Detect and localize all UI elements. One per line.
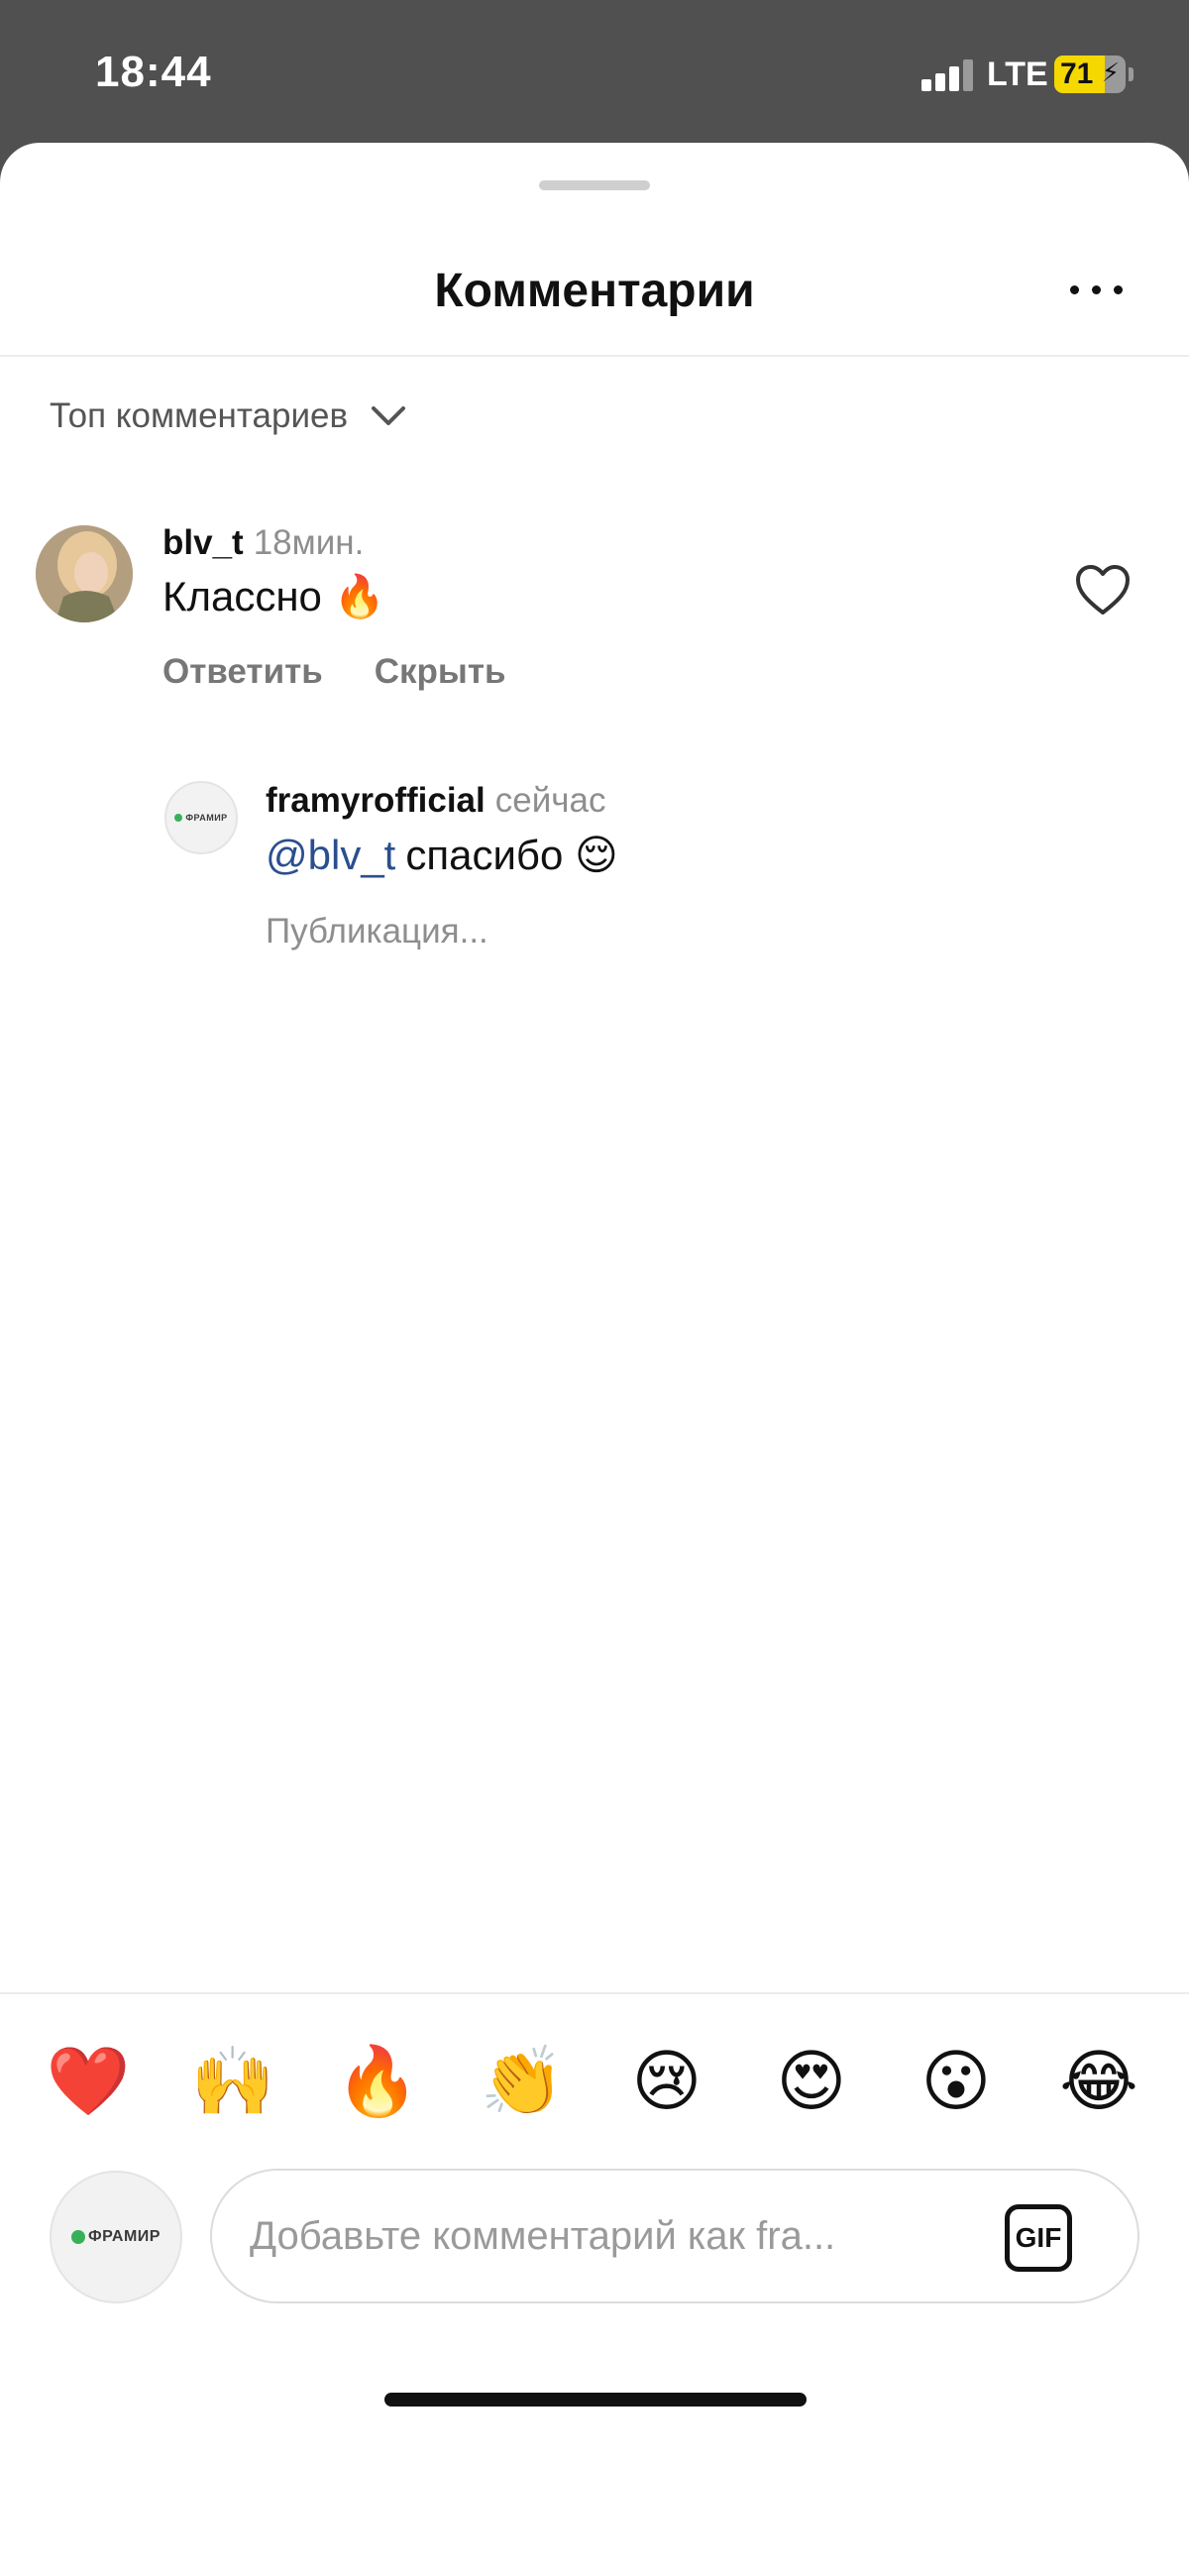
reply-text: @blv_t спасибо 😌 <box>266 831 618 879</box>
reply-header: framyrofficial сейчас <box>266 781 605 821</box>
gif-button[interactable]: GIF <box>1005 2204 1072 2272</box>
battery-cap <box>1129 67 1134 81</box>
reply-username[interactable]: framyrofficial <box>266 781 486 820</box>
reply-button[interactable]: Ответить <box>162 652 323 691</box>
composer-avatar[interactable]: ФРАМИР <box>50 2171 182 2303</box>
comment-input-placeholder: Добавьте комментарий как fra... <box>250 2214 836 2258</box>
page-title: Комментарии <box>434 265 755 317</box>
hide-button[interactable]: Скрыть <box>375 652 506 691</box>
heart-icon[interactable] <box>1074 563 1132 616</box>
reaction-heart[interactable]: ❤️ <box>44 2038 133 2127</box>
chevron-down-icon <box>372 406 406 425</box>
reply-posting-status: Публикация... <box>266 912 488 951</box>
home-indicator[interactable] <box>384 2393 807 2407</box>
reaction-clapping[interactable]: 👏 <box>478 2038 567 2127</box>
reply-mention-link[interactable]: @blv_t <box>266 832 395 878</box>
reaction-heart-eyes[interactable]: 😍 <box>767 2038 856 2127</box>
avatar[interactable] <box>36 525 133 622</box>
sort-label: Топ комментариев <box>50 396 349 435</box>
reaction-surprised[interactable]: 😮 <box>912 2038 1001 2127</box>
comment-input[interactable]: Добавьте комментарий как fra... GIF <box>210 2169 1139 2303</box>
status-time: 18:44 <box>95 48 212 96</box>
reply-time: сейчас <box>494 781 606 820</box>
reaction-fire[interactable]: 🔥 <box>333 2038 422 2127</box>
reaction-crying[interactable]: 😢 <box>622 2038 711 2127</box>
battery-icon: 71 ⚡ <box>1054 56 1126 93</box>
framir-logo-icon: ФРАМИР <box>174 813 227 823</box>
sort-selector[interactable]: Топ комментариев <box>50 396 407 436</box>
reaction-laughing[interactable]: 😂 <box>1054 2038 1143 2127</box>
reaction-raised-hands[interactable]: 🙌 <box>188 2038 277 2127</box>
sheet-grabber[interactable] <box>539 180 650 190</box>
composer-divider <box>0 1992 1189 1994</box>
avatar-photo-icon <box>36 525 133 622</box>
reply-avatar[interactable]: ФРАМИР <box>164 781 238 854</box>
status-bar: 18:44 LTE 71 ⚡ <box>0 0 1189 149</box>
framir-logo-icon: ФРАМИР <box>71 2228 161 2246</box>
network-type: LTE <box>987 56 1048 93</box>
quick-reactions-bar: ❤️ 🙌 🔥 👏 😢 😍 😮 😂 <box>0 2038 1189 2127</box>
comment-header: blv_t 18мин. <box>162 523 364 563</box>
header-divider <box>0 355 1189 357</box>
charging-bolt-icon: ⚡ <box>1101 57 1120 87</box>
comment-username[interactable]: blv_t <box>162 523 244 562</box>
comment-text: Классно 🔥 <box>162 573 385 619</box>
reply-body: спасибо 😌 <box>405 832 618 878</box>
comment-time: 18мин. <box>253 523 365 562</box>
comment-actions: Ответить Скрыть <box>162 652 505 692</box>
more-options-icon[interactable] <box>1070 270 1134 309</box>
cellular-signal-icon <box>921 57 973 91</box>
battery-percent: 71 <box>1060 57 1094 90</box>
